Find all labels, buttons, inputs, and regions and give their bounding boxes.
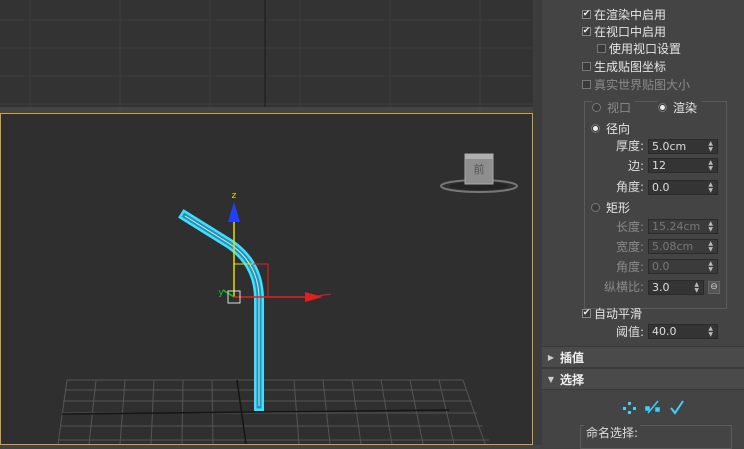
aspect-spinner[interactable]: 3.0 ▲ ▼ <box>648 280 704 295</box>
rectangular-radio-row[interactable]: 矩形 <box>591 199 630 215</box>
thickness-spinner[interactable]: 5.0cm ▲ ▼ <box>648 139 718 154</box>
viewport-radio-label: 视口 <box>607 100 632 115</box>
angle-value: 0.0 <box>652 181 670 194</box>
spinner-arrows-icon[interactable]: ▲ ▼ <box>708 241 713 253</box>
radial-radio[interactable] <box>591 123 600 133</box>
viewport-radio[interactable] <box>592 102 601 112</box>
width-label: 宽度: <box>615 239 644 254</box>
enable-in-viewport-checkbox[interactable]: ✔ <box>582 26 591 36</box>
thickness-value: 5.0cm <box>652 140 687 153</box>
spinner-arrows-icon[interactable]: ▲ ▼ <box>708 160 713 172</box>
z-axis-arrow[interactable] <box>228 202 240 222</box>
sides-spinner[interactable]: 12 ▲ ▼ <box>648 158 718 173</box>
selection-rollout-title: 选择 <box>560 372 585 387</box>
use-viewport-settings-label: 使用视口设置 <box>609 41 682 56</box>
radial-label: 径向 <box>606 121 631 136</box>
angle-label: 角度: <box>615 179 644 194</box>
interpolation-rollout-title: 插值 <box>560 350 585 365</box>
subobject-buttons <box>620 398 686 416</box>
aspect-value: 3.0 <box>652 281 670 294</box>
spinner-arrows-icon[interactable]: ▲ ▼ <box>708 261 713 273</box>
auto-smooth-label: 自动平滑 <box>594 306 643 321</box>
enable-in-render-row[interactable]: ✔ 在渲染中启用 <box>582 6 666 22</box>
enable-in-viewport-label: 在视口中启用 <box>594 24 667 39</box>
spinner-arrows-icon[interactable]: ▲ ▼ <box>708 326 713 338</box>
length-spinner[interactable]: 15.24cm ▲ ▼ <box>648 219 718 234</box>
spinner-arrows-icon[interactable]: ▲ ▼ <box>708 182 713 194</box>
angle2-spinner[interactable]: 0.0 ▲ ▼ <box>648 259 718 274</box>
auto-smooth-checkbox[interactable]: ✔ <box>582 308 591 318</box>
enable-in-viewport-row[interactable]: ✔ 在视口中启用 <box>582 23 666 39</box>
collapsed-triangle-icon: ▶ <box>547 352 555 362</box>
rectangular-radio[interactable] <box>591 202 600 212</box>
rectangular-label: 矩形 <box>606 200 631 215</box>
vertex-mode-icon[interactable] <box>620 398 638 416</box>
viewcube[interactable]: 前 <box>440 153 518 193</box>
width-spinner[interactable]: 5.08cm ▲ ▼ <box>648 239 718 254</box>
threshold-value: 40.0 <box>652 325 677 338</box>
radial-radio-row[interactable]: 径向 <box>591 120 630 136</box>
generate-mapping-label: 生成贴图坐标 <box>594 59 667 74</box>
generate-mapping-row[interactable]: 生成贴图坐标 <box>582 58 666 74</box>
generate-mapping-checkbox[interactable] <box>582 61 591 71</box>
selected-spline[interactable] <box>178 209 264 411</box>
spinner-arrows-icon[interactable]: ▲ ▼ <box>708 221 713 233</box>
perspective-viewport[interactable]: 前 z y <box>0 113 533 445</box>
z-axis-label: z <box>232 191 237 201</box>
render-radio-label: 渲染 <box>673 100 698 115</box>
enable-in-render-checkbox[interactable]: ✔ <box>582 9 591 19</box>
width-value: 5.08cm <box>652 240 694 253</box>
length-value: 15.24cm <box>652 220 701 233</box>
render-radio[interactable] <box>658 102 667 112</box>
length-label: 长度: <box>615 219 644 234</box>
named-selection-label: 命名选择: <box>584 424 641 440</box>
spinner-arrows-icon[interactable]: ▲ ▼ <box>694 282 699 294</box>
top-viewport[interactable] <box>0 0 533 108</box>
aspect-label: 纵横比: <box>603 279 644 294</box>
enable-in-render-label: 在渲染中启用 <box>594 7 667 22</box>
segment-mode-icon[interactable] <box>644 398 662 416</box>
spinner-arrows-icon[interactable]: ▲ ▼ <box>708 141 713 153</box>
sides-value: 12 <box>652 159 666 172</box>
use-viewport-settings-checkbox[interactable] <box>597 43 606 53</box>
threshold-label: 阈值: <box>615 324 644 339</box>
viewcube-face-label: 前 <box>474 162 485 176</box>
threshold-spinner[interactable]: 40.0 ▲ ▼ <box>648 324 718 339</box>
auto-smooth-row[interactable]: ✔ 自动平滑 <box>582 305 642 321</box>
selection-rollout[interactable]: ▼ 选择 <box>542 368 744 390</box>
use-viewport-settings-row[interactable]: 使用视口设置 <box>597 40 681 56</box>
thickness-label: 厚度: <box>615 138 644 153</box>
top-viewport-grid <box>0 0 533 107</box>
spline-mode-icon[interactable] <box>668 398 686 416</box>
angle-spinner[interactable]: 0.0 ▲ ▼ <box>648 180 718 195</box>
panel-divider[interactable] <box>533 0 542 445</box>
real-world-map-checkbox[interactable] <box>582 79 591 89</box>
sides-label: 边: <box>627 158 644 173</box>
real-world-map-row[interactable]: 真实世界贴图大小 <box>582 76 690 92</box>
y-axis-label: y <box>218 288 224 298</box>
perspective-scene: 前 z y <box>57 153 518 444</box>
lock-icon[interactable]: ⊖ <box>708 281 720 294</box>
viewport-radio-row[interactable]: 视口 <box>592 99 636 115</box>
render-radio-row[interactable]: 渲染 <box>658 99 702 115</box>
expanded-triangle-icon: ▼ <box>547 374 555 384</box>
interpolation-rollout[interactable]: ▶ 插值 <box>542 346 744 368</box>
angle2-value: 0.0 <box>652 260 670 273</box>
angle2-label: 角度: <box>615 259 644 274</box>
real-world-map-label: 真实世界贴图大小 <box>594 77 691 92</box>
